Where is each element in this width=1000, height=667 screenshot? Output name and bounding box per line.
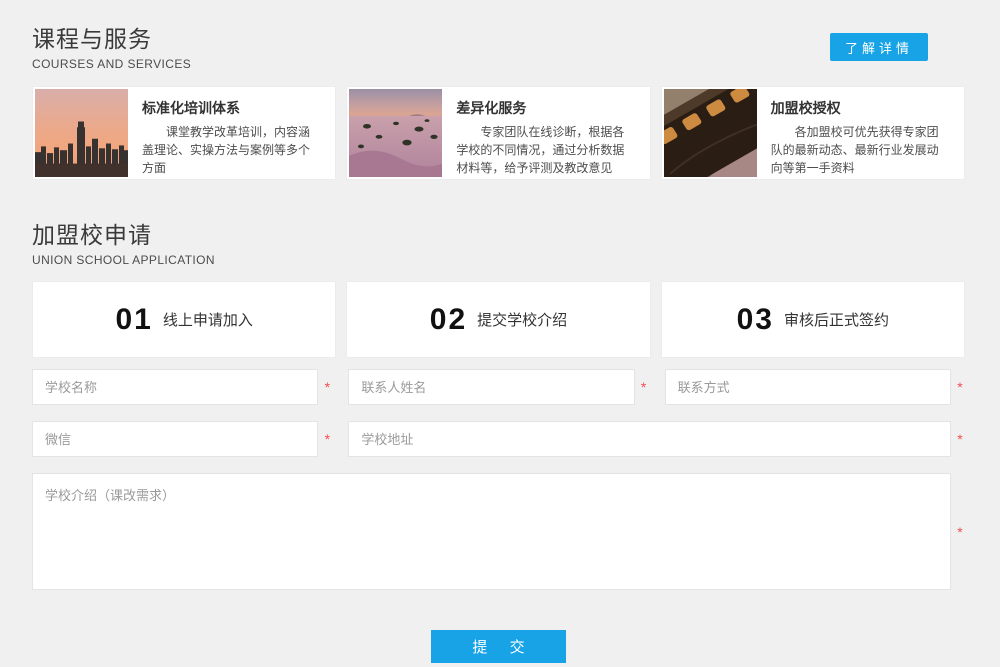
application-form: * * * * * * 提 交: [32, 369, 965, 663]
film-strip-image: [664, 89, 757, 177]
city-skyline-image: [35, 89, 128, 177]
learn-more-button[interactable]: 了解详情: [830, 33, 928, 61]
step-sign-contract: 03 审核后正式签约: [661, 281, 965, 358]
card-description: 课堂教学改革培训，内容涵盖理论、实操方法与案例等多个方面: [142, 123, 321, 177]
course-cards: 标准化培训体系 课堂教学改革培训，内容涵盖理论、实操方法与案例等多个方面: [32, 86, 965, 180]
course-card-franchise-authorization: 加盟校授权 各加盟校可优先获得专家团队的最新动态、最新行业发展动向等第一手资料: [661, 86, 965, 180]
school-introduction-textarea[interactable]: [32, 473, 951, 590]
school-name-input[interactable]: [32, 369, 318, 405]
required-asterisk: *: [955, 380, 965, 394]
contact-phone-input[interactable]: [665, 369, 951, 405]
step-apply-online: 01 线上申请加入: [32, 281, 336, 358]
application-steps: 01 线上申请加入 02 提交学校介绍 03 审核后正式签约: [32, 281, 965, 358]
application-section-subtitle: UNION SCHOOL APPLICATION: [32, 253, 965, 267]
required-asterisk: *: [955, 525, 965, 539]
wechat-input[interactable]: [32, 421, 318, 457]
step-number: 01: [115, 305, 152, 335]
step-submit-introduction: 02 提交学校介绍: [346, 281, 650, 358]
required-asterisk: *: [322, 380, 332, 394]
course-card-standardized-training: 标准化培训体系 课堂教学改革培训，内容涵盖理论、实操方法与案例等多个方面: [32, 86, 336, 180]
required-asterisk: *: [322, 432, 332, 446]
card-description: 专家团队在线诊断，根据各学校的不同情况，通过分析数据材料等，给予评测及教改意见: [456, 123, 635, 177]
submit-button[interactable]: 提 交: [431, 630, 566, 663]
step-number: 02: [430, 305, 467, 335]
card-title: 标准化培训体系: [142, 98, 321, 118]
courses-section-header: 课程与服务 COURSES AND SERVICES 了解详情: [32, 0, 965, 71]
desert-dunes-image: [349, 89, 442, 177]
school-address-input[interactable]: [348, 421, 951, 457]
courses-section-subtitle: COURSES AND SERVICES: [32, 57, 965, 71]
step-label: 提交学校介绍: [477, 309, 567, 330]
step-label: 线上申请加入: [163, 309, 253, 330]
course-card-differentiated-service: 差异化服务 专家团队在线诊断，根据各学校的不同情况，通过分析数据材料等，给予评测…: [346, 86, 650, 180]
courses-section-title: 课程与服务: [32, 20, 965, 54]
required-asterisk: *: [639, 380, 649, 394]
application-section-header: 加盟校申请 UNION SCHOOL APPLICATION: [32, 216, 965, 267]
application-section-title: 加盟校申请: [32, 216, 965, 250]
card-description: 各加盟校可优先获得专家团队的最新动态、最新行业发展动向等第一手资料: [771, 123, 950, 177]
card-title: 加盟校授权: [771, 98, 950, 118]
required-asterisk: *: [955, 432, 965, 446]
step-number: 03: [737, 305, 774, 335]
step-label: 审核后正式签约: [784, 309, 889, 330]
card-title: 差异化服务: [456, 98, 635, 118]
page: 课程与服务 COURSES AND SERVICES 了解详情: [0, 0, 1000, 663]
contact-name-input[interactable]: [348, 369, 634, 405]
